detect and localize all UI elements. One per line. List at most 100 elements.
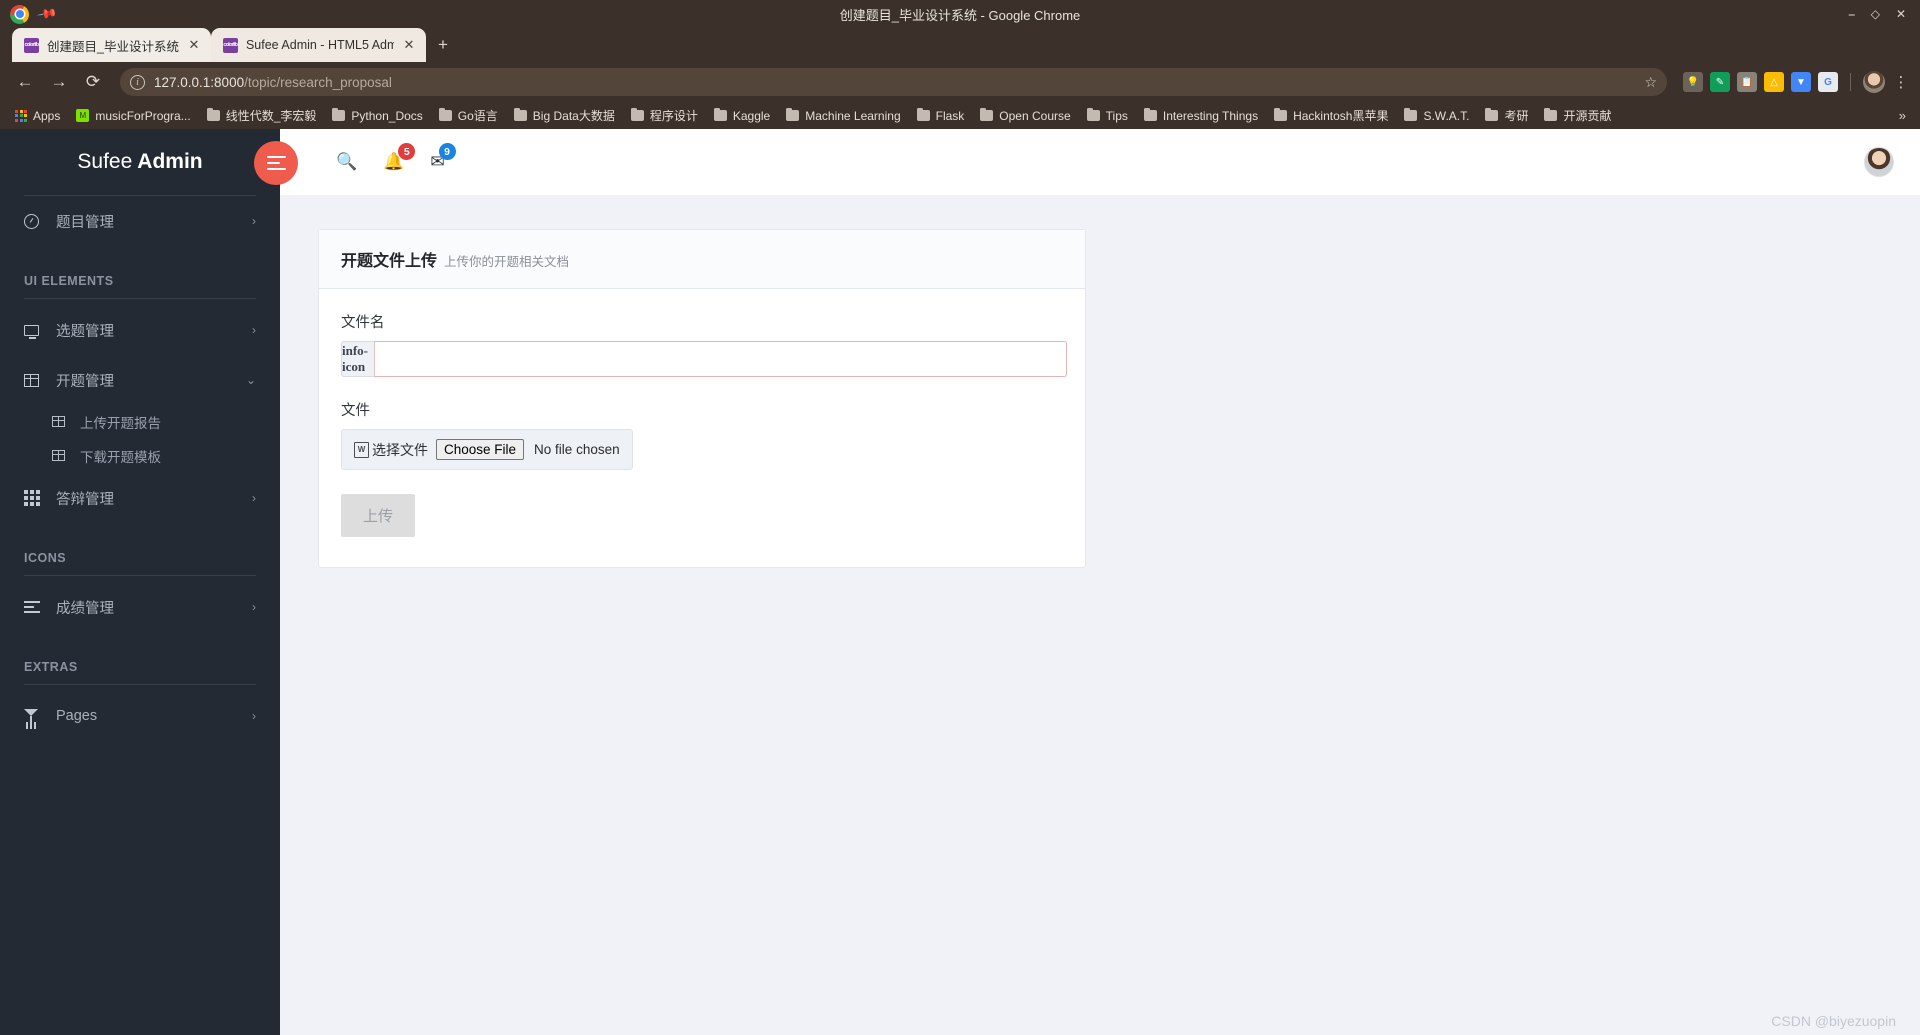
folder-icon: [980, 107, 994, 121]
no-file-chosen-text: No file chosen: [534, 442, 620, 457]
folder-icon: [1485, 107, 1499, 121]
topbar-icon-group: 🔍 🔔 5 ✉ 9: [280, 143, 456, 172]
close-window-button[interactable]: ✕: [1896, 8, 1906, 20]
bookmark-opensource[interactable]: 开源贡献: [1537, 104, 1618, 127]
sidebar-subitem-upload-proposal[interactable]: 上传开题报告: [0, 405, 280, 439]
browser-titlebar: 📌 创建题目_毕业设计系统 - Google Chrome ⎯ ◇ ✕: [0, 0, 1920, 28]
sidebar-item-pages[interactable]: Pages ›: [0, 691, 280, 741]
sidebar-toggle-button[interactable]: [254, 141, 298, 185]
bookmark-linear-algebra[interactable]: 线性代数_李宏毅: [200, 104, 324, 127]
bookmark-interesting-things[interactable]: Interesting Things: [1137, 106, 1265, 126]
bookmark-kaggle[interactable]: Kaggle: [707, 106, 777, 126]
tab-favicon: colorlib: [24, 37, 39, 53]
tab-close-icon[interactable]: ✕: [187, 37, 201, 53]
bookmark-swat[interactable]: S.W.A.T.: [1397, 106, 1476, 126]
brand-light: Sufee: [77, 150, 133, 173]
site-info-icon[interactable]: i: [130, 74, 145, 90]
address-bar[interactable]: i 127.0.0.1:8000/topic/research_proposal…: [120, 68, 1667, 96]
filename-input[interactable]: [374, 341, 1067, 377]
bookmark-musicforprogramming[interactable]: M musicForProgra...: [69, 106, 197, 126]
folder-icon: [332, 107, 346, 121]
window-controls: ⎯ ◇ ✕: [1849, 8, 1920, 20]
main-column: 🔍 🔔 5 ✉ 9 开题文件上传 上传你的开题相关文档 文件名 info-ico…: [254, 129, 1920, 1035]
upload-card: 开题文件上传 上传你的开题相关文档 文件名 info-icon 文件 W 选择文件: [318, 229, 1086, 568]
pin-icon[interactable]: 📌: [36, 3, 58, 25]
bookmark-label: Python_Docs: [351, 108, 423, 123]
maximize-button[interactable]: ◇: [1871, 8, 1880, 20]
pencil-circle-icon[interactable]: ✎: [1710, 72, 1730, 92]
sidebar-section-extras: EXTRAS: [24, 660, 78, 674]
hamburger-icon: [266, 155, 286, 171]
blue-drop-icon[interactable]: ▼: [1791, 72, 1811, 92]
tab-title: Sufee Admin - HTML5 Admin: [245, 38, 394, 52]
bookmark-apps[interactable]: Apps: [8, 106, 67, 126]
tab-title: 创建题目_毕业设计系统: [47, 39, 179, 54]
card-header: 开题文件上传 上传你的开题相关文档: [319, 230, 1085, 289]
folder-icon: [916, 107, 930, 121]
messages-envelope-icon[interactable]: ✉ 9: [430, 143, 456, 172]
bookmarks-overflow-icon[interactable]: »: [1899, 108, 1912, 123]
folder-icon: [1544, 107, 1558, 121]
tab-favicon: colorlib: [222, 37, 238, 53]
forward-button[interactable]: →: [44, 67, 74, 97]
bookmark-label: Interesting Things: [1162, 108, 1259, 123]
card-body: 文件名 info-icon 文件 W 选择文件 Choose File No f…: [319, 289, 1085, 567]
sidebar-item-proposal-management[interactable]: 开题管理 ⌄: [0, 355, 280, 405]
file-picker-row[interactable]: W 选择文件 Choose File No file chosen: [341, 429, 633, 470]
bookmark-open-course[interactable]: Open Course: [973, 106, 1077, 126]
sidebar-item-topic-management[interactable]: 题目管理 ›: [0, 196, 280, 246]
bookmark-label: Open Course: [999, 108, 1071, 123]
bookmark-tips[interactable]: Tips: [1080, 106, 1135, 126]
tab-close-icon[interactable]: ✕: [402, 37, 416, 53]
avatar[interactable]: [1864, 147, 1894, 177]
card-title-text: 开题文件上传: [341, 253, 438, 270]
table-icon: [24, 373, 56, 387]
search-icon[interactable]: 🔍: [336, 152, 357, 172]
chrome-menu-icon[interactable]: ⋮: [1892, 75, 1910, 90]
app-brand[interactable]: Sufee Admin: [0, 129, 280, 195]
google-drive-icon[interactable]: △: [1764, 72, 1784, 92]
bookmark-star-icon[interactable]: ☆: [1644, 74, 1657, 91]
folder-icon: [1274, 107, 1288, 121]
sidebar-item-label: 题目管理: [56, 214, 114, 231]
topbar-right: [1864, 147, 1894, 177]
bookmark-hackintosh[interactable]: Hackintosh黑苹果: [1267, 104, 1395, 127]
csdn-watermark: CSDN @biyezuopin: [1771, 1013, 1896, 1029]
page-content: 开题文件上传 上传你的开题相关文档 文件名 info-icon 文件 W 选择文件: [280, 195, 1920, 1035]
notifications-bell-icon[interactable]: 🔔 5: [383, 143, 416, 172]
bookmark-python-docs[interactable]: Python_Docs: [325, 106, 429, 126]
bookmark-label: Flask: [935, 108, 965, 123]
browser-tab-1[interactable]: colorlib 创建题目_毕业设计系统 ✕: [12, 28, 211, 62]
back-button[interactable]: ←: [10, 67, 40, 97]
chrome-profile-avatar[interactable]: [1863, 71, 1885, 93]
notifications-badge: 5: [398, 143, 416, 160]
lightbulb-note-icon[interactable]: 💡: [1683, 72, 1703, 92]
sidebar-item-defense-management[interactable]: 答辩管理 ›: [0, 473, 280, 523]
folder-icon: [713, 107, 727, 121]
sidebar-item-selection-management[interactable]: 选题管理 ›: [0, 305, 280, 355]
choose-file-button[interactable]: Choose File: [436, 439, 525, 460]
bookmark-machine-learning[interactable]: Machine Learning: [779, 106, 907, 126]
bookmark-kaoyan[interactable]: 考研: [1478, 104, 1535, 127]
folder-icon: [206, 107, 220, 121]
bookmark-golang[interactable]: Go语言: [432, 104, 505, 127]
copy-icon[interactable]: 📋: [1737, 72, 1757, 92]
reload-button[interactable]: ⟳: [78, 67, 108, 97]
bookmark-bigdata[interactable]: Big Data大数据: [507, 104, 622, 127]
messages-badge: 9: [438, 143, 456, 160]
bookmark-program-design[interactable]: 程序设计: [624, 104, 705, 127]
folder-icon: [1086, 107, 1100, 121]
bookmark-flask[interactable]: Flask: [910, 106, 972, 126]
sidebar-subitem-download-template[interactable]: 下载开题模板: [0, 439, 280, 473]
address-bar-url: 127.0.0.1:8000/topic/research_proposal: [154, 75, 1635, 90]
bookmark-label: Apps: [33, 108, 61, 123]
list-bars-icon: [24, 601, 56, 613]
upload-button[interactable]: 上传: [341, 494, 416, 537]
browser-tab-2[interactable]: colorlib Sufee Admin - HTML5 Admin ✕: [210, 28, 426, 62]
sidebar-item-grade-management[interactable]: 成绩管理 ›: [0, 582, 280, 632]
minimize-button[interactable]: ⎯: [1849, 8, 1855, 20]
new-tab-button[interactable]: +: [438, 35, 448, 55]
table-icon: [52, 415, 80, 430]
google-translate-icon[interactable]: G: [1818, 72, 1838, 92]
monitor-icon: [24, 324, 56, 339]
